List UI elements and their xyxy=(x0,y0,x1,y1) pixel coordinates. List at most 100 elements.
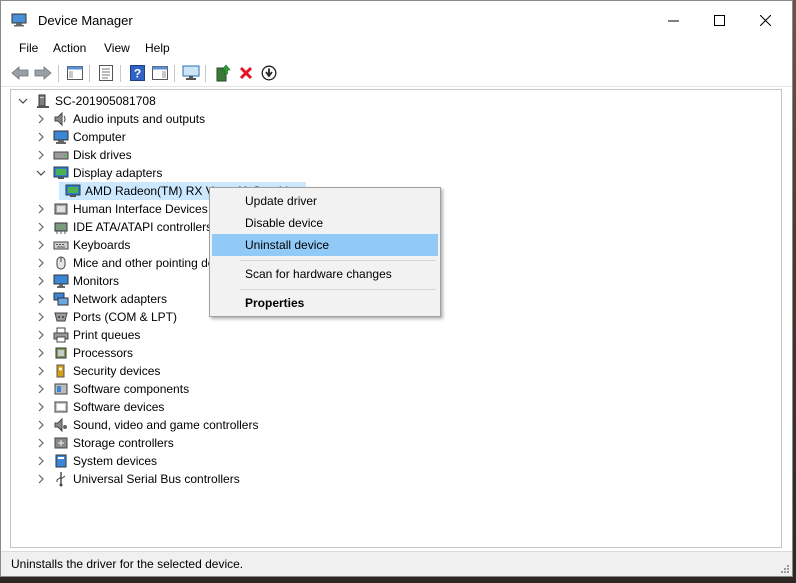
tree-item-label: Network adapters xyxy=(73,292,168,306)
minimize-button[interactable] xyxy=(650,1,696,39)
tree-category-item[interactable]: Print queues xyxy=(35,326,140,344)
title-bar[interactable]: Device Manager xyxy=(1,1,792,39)
usb-icon xyxy=(53,471,69,487)
tree-root[interactable]: SC-201905081708 xyxy=(17,92,156,110)
chevron-down-icon[interactable] xyxy=(17,95,29,107)
properties-button[interactable] xyxy=(96,63,116,83)
tree-item-label: Disk drives xyxy=(73,148,132,162)
tree-category-item[interactable]: Monitors xyxy=(35,272,119,290)
show-hide-action-pane-icon xyxy=(152,66,168,80)
chevron-right-icon[interactable] xyxy=(35,293,47,305)
tree-item-label: Monitors xyxy=(73,274,120,288)
chevron-right-icon[interactable] xyxy=(35,275,47,287)
disk-drive-icon xyxy=(53,147,69,163)
port-icon xyxy=(53,309,69,325)
tree-category-item[interactable]: Computer xyxy=(35,128,126,146)
monitor-scan-icon xyxy=(182,65,200,80)
system-device-icon xyxy=(53,453,69,469)
toolbar-separator xyxy=(174,65,175,82)
maximize-button[interactable] xyxy=(696,1,742,39)
tree-category-item[interactable]: Security devices xyxy=(35,362,160,380)
ctx-separator xyxy=(240,289,436,290)
computer-icon xyxy=(35,93,51,109)
status-bar: Uninstalls the driver for the selected d… xyxy=(1,551,792,576)
tree-category-item[interactable]: Software devices xyxy=(35,398,164,416)
software-device-icon xyxy=(53,399,69,415)
tree-category-item[interactable]: Sound, video and game controllers xyxy=(35,416,258,434)
show-hide-console-tree-button[interactable] xyxy=(65,63,85,83)
chevron-right-icon[interactable] xyxy=(35,383,47,395)
disable-device-button[interactable] xyxy=(259,63,279,83)
tree-category-item[interactable]: Software components xyxy=(35,380,189,398)
update-driver-button[interactable] xyxy=(213,63,233,83)
help-button[interactable]: ? xyxy=(127,63,147,83)
sound-icon xyxy=(53,417,69,433)
device-manager-app-icon xyxy=(11,13,27,27)
ctx-disable-device[interactable]: Disable device xyxy=(212,212,438,234)
menu-view[interactable]: View xyxy=(104,41,130,55)
chevron-right-icon[interactable] xyxy=(35,113,47,125)
display-adapter-icon xyxy=(65,183,81,199)
minimize-icon xyxy=(667,20,679,21)
resize-grip-icon[interactable] xyxy=(779,563,789,573)
ctx-separator xyxy=(240,260,436,261)
printer-icon xyxy=(53,327,69,343)
chevron-right-icon[interactable] xyxy=(35,437,47,449)
status-text: Uninstalls the driver for the selected d… xyxy=(11,557,244,571)
speaker-icon xyxy=(53,111,69,127)
tree-category-item[interactable]: Audio inputs and outputs xyxy=(35,110,205,128)
chevron-right-icon[interactable] xyxy=(35,329,47,341)
uninstall-device-button[interactable] xyxy=(236,63,256,83)
tree-item-label: Storage controllers xyxy=(73,436,174,450)
ctx-uninstall-device[interactable]: Uninstall device xyxy=(212,234,438,256)
chevron-right-icon[interactable] xyxy=(35,239,47,251)
chevron-right-icon[interactable] xyxy=(35,311,47,323)
tree-category-item[interactable]: Disk drives xyxy=(35,146,132,164)
chevron-down-icon[interactable] xyxy=(35,167,47,179)
ctx-properties[interactable]: Properties xyxy=(212,292,438,314)
chevron-right-icon[interactable] xyxy=(35,419,47,431)
menu-help[interactable]: Help xyxy=(145,41,170,55)
monitor-icon xyxy=(53,273,69,289)
chevron-right-icon[interactable] xyxy=(35,347,47,359)
tree-category-item[interactable]: System devices xyxy=(35,452,157,470)
chevron-right-icon[interactable] xyxy=(35,131,47,143)
uninstall-x-icon xyxy=(239,66,253,80)
computer-name: SC-201905081708 xyxy=(55,94,156,108)
chevron-right-icon[interactable] xyxy=(35,473,47,485)
menu-file[interactable]: File xyxy=(19,41,38,55)
close-button[interactable] xyxy=(742,1,788,39)
menu-action[interactable]: Action xyxy=(53,41,86,55)
ctx-scan-hardware[interactable]: Scan for hardware changes xyxy=(212,263,438,285)
chevron-right-icon[interactable] xyxy=(35,149,47,161)
ctx-update-driver[interactable]: Update driver xyxy=(212,190,438,212)
tree-category-item[interactable]: Network adapters xyxy=(35,290,167,308)
tree-category-item[interactable]: Keyboards xyxy=(35,236,130,254)
tree-item-label: Display adapters xyxy=(73,166,163,180)
tree-category-item[interactable]: Processors xyxy=(35,344,133,362)
chevron-right-icon[interactable] xyxy=(35,257,47,269)
close-icon xyxy=(759,14,771,26)
device-tree[interactable]: SC-201905081708 Audio inputs and outputs… xyxy=(10,89,782,548)
computer-icon xyxy=(53,129,69,145)
tree-category-item[interactable]: Universal Serial Bus controllers xyxy=(35,470,240,488)
chevron-right-icon[interactable] xyxy=(35,401,47,413)
forward-button[interactable] xyxy=(33,63,53,83)
mouse-icon xyxy=(53,255,69,271)
display-adapter-icon xyxy=(53,165,69,181)
back-button[interactable] xyxy=(10,63,30,83)
scan-hardware-button[interactable] xyxy=(181,63,201,83)
tree-category-item[interactable]: IDE ATA/ATAPI controllers xyxy=(35,218,212,236)
tree-item-label: Software devices xyxy=(73,400,165,414)
chevron-right-icon[interactable] xyxy=(35,365,47,377)
tree-category-item[interactable]: Ports (COM & LPT) xyxy=(35,308,177,326)
tree-category-item[interactable]: Storage controllers xyxy=(35,434,174,452)
tree-category-item[interactable]: Display adapters xyxy=(35,164,162,182)
show-hide-action-pane-button[interactable] xyxy=(150,63,170,83)
chevron-right-icon[interactable] xyxy=(35,455,47,467)
toolbar-separator xyxy=(205,65,206,82)
chevron-right-icon[interactable] xyxy=(35,221,47,233)
tree-category-item[interactable]: Human Interface Devices xyxy=(35,200,208,218)
tree-item-label: Human Interface Devices xyxy=(73,202,208,216)
chevron-right-icon[interactable] xyxy=(35,203,47,215)
